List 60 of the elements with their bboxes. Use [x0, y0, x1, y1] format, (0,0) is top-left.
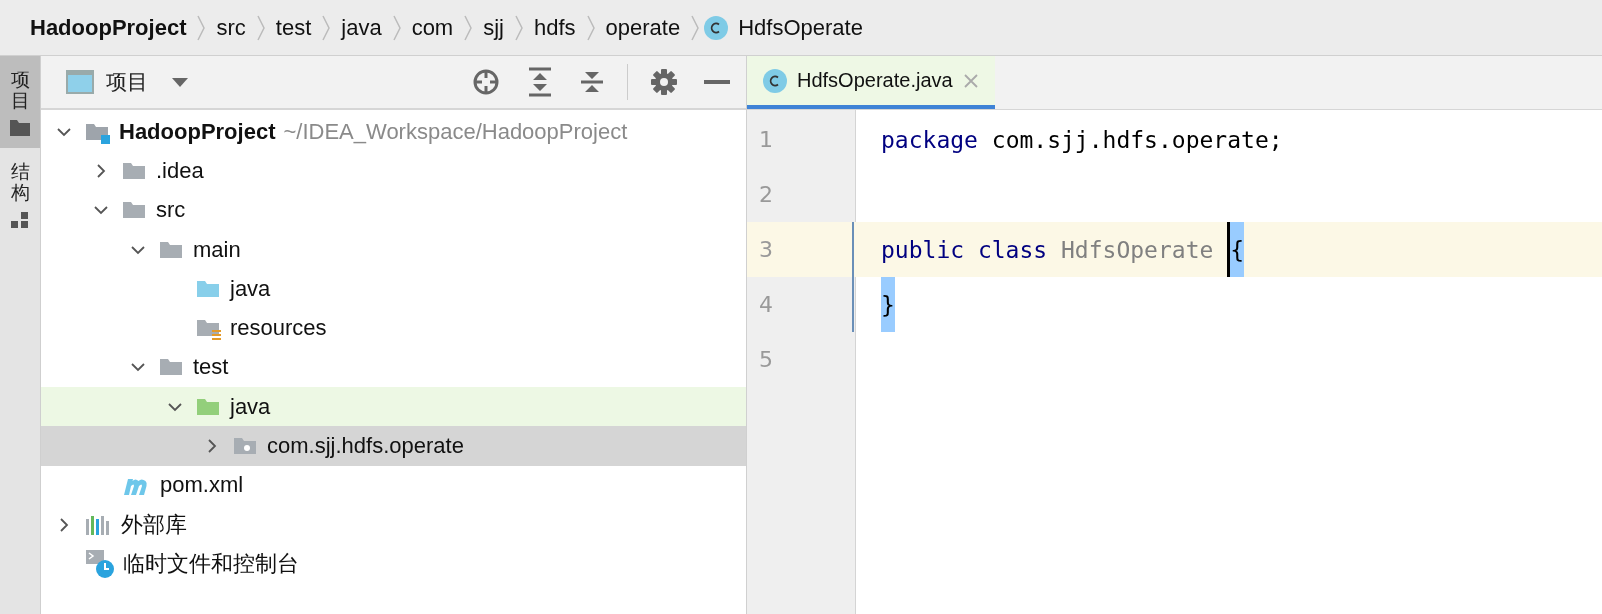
class-icon	[704, 15, 729, 40]
breadcrumb-item[interactable]: HdfsOperate	[732, 14, 869, 41]
tree-label: java	[230, 393, 271, 420]
tree-row[interactable]: java	[41, 387, 746, 427]
tree-label: java	[230, 275, 271, 302]
tree-label: 临时文件和控制台	[123, 549, 299, 578]
matched-brace: }	[881, 277, 895, 332]
crosshair-icon	[471, 67, 501, 97]
tree-label: .idea	[156, 157, 204, 184]
breadcrumb-item[interactable]: hdfs	[527, 14, 582, 41]
line-number: 4	[758, 292, 774, 317]
code-token: com.sjj.hdfs.operate;	[990, 126, 1283, 153]
expand-icon	[527, 67, 553, 97]
structure-icon	[11, 211, 29, 228]
side-tab[interactable]: 结构	[0, 147, 40, 240]
breadcrumb-item[interactable]: java	[335, 14, 388, 41]
breadcrumb-item[interactable]: HadoopProject	[24, 14, 193, 41]
tree-label: com.sjj.hdfs.operate	[267, 433, 464, 459]
tree-row[interactable]: resources	[41, 308, 746, 348]
dropdown-caret-icon[interactable]	[170, 76, 190, 88]
tree-row[interactable]: java	[41, 269, 746, 309]
breadcrumb-item[interactable]: test	[269, 14, 318, 41]
breadcrumb-item[interactable]: sjj	[477, 14, 510, 41]
scratch-console-icon	[85, 548, 115, 579]
line-number: 5	[758, 347, 774, 372]
editor-tab[interactable]: HdfsOperate.java	[747, 56, 995, 109]
class-icon	[763, 68, 787, 93]
project-path: ~/IDEA_Workspace/HadoopProject	[283, 118, 628, 145]
tab-label: HdfsOperate.java	[797, 69, 953, 92]
tree-label: test	[193, 354, 229, 381]
side-tab[interactable]: 项目	[0, 56, 40, 148]
tree-label: resources	[230, 315, 327, 342]
tree-row[interactable]: 临时文件和控制台	[41, 544, 746, 584]
tree-row[interactable]: main	[41, 229, 746, 270]
matched-brace: {	[1227, 222, 1245, 277]
code-token: HdfsOperate	[1060, 236, 1215, 263]
line-number: 3	[758, 237, 774, 262]
tree-row[interactable]: .idea	[41, 151, 746, 191]
breadcrumb-item[interactable]: operate	[599, 14, 687, 41]
code-token: public class	[881, 236, 1048, 263]
tree-row[interactable]: 外部库	[41, 504, 746, 545]
tree-label: HadoopProject	[119, 118, 276, 145]
line-number: 1	[758, 127, 774, 152]
window-icon	[66, 70, 94, 94]
tree-label: 外部库	[121, 510, 187, 539]
breadcrumb-item[interactable]: src	[210, 14, 252, 41]
tree-row[interactable]: pom.xml	[41, 465, 746, 505]
folder-icon	[10, 119, 30, 136]
tree-label: src	[156, 197, 186, 224]
tree-row[interactable]: test	[41, 347, 746, 388]
minus-icon	[704, 79, 730, 85]
tree-row[interactable]: HadoopProject ~/IDEA_Workspace/HadoopProject	[41, 112, 746, 152]
tree-label: pom.xml	[160, 472, 244, 499]
tree-row[interactable]: src	[41, 190, 746, 230]
breadcrumb-item[interactable]: com	[405, 14, 460, 41]
panel-title: 项目	[106, 69, 148, 95]
tree-label: main	[193, 236, 241, 263]
code-token: package	[881, 126, 978, 153]
tree-row[interactable]: com.sjj.hdfs.operate	[41, 426, 746, 466]
line-number: 2	[758, 182, 774, 207]
